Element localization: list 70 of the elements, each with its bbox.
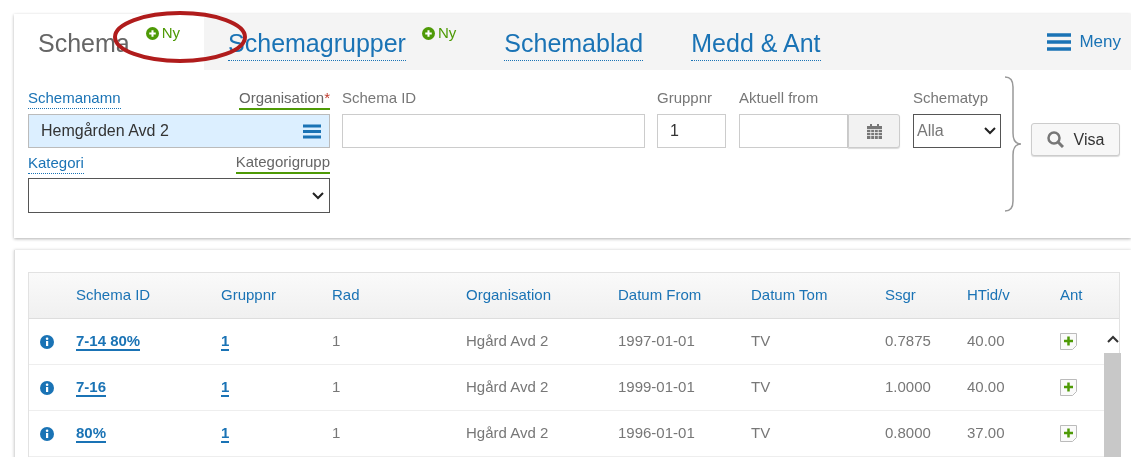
info-icon[interactable] <box>40 334 54 349</box>
column-header[interactable]: Organisation <box>466 284 618 307</box>
column-header[interactable]: Ant <box>1060 284 1104 307</box>
field-label: Schematyp <box>913 88 990 108</box>
plus-circle-icon <box>145 26 159 40</box>
column-header[interactable]: Gruppnr <box>221 284 332 307</box>
field-label: Gruppnr <box>657 88 714 108</box>
table-link[interactable]: 1 <box>221 332 230 352</box>
table-cell: 40.00 <box>967 332 1005 350</box>
tab[interactable]: Schemablad <box>480 14 668 70</box>
add-note-icon[interactable] <box>1060 425 1077 442</box>
brace-icon <box>1003 76 1023 212</box>
info-icon[interactable] <box>40 426 54 441</box>
table-cell: 0.8000 <box>885 424 931 442</box>
add-note-icon[interactable] <box>1060 333 1077 350</box>
calendar-icon <box>866 123 882 139</box>
menu-icon <box>1047 32 1072 52</box>
column-header[interactable]: Schema ID <box>76 284 221 307</box>
info-icon[interactable] <box>40 380 54 395</box>
menu-button[interactable]: Meny <box>1047 14 1131 70</box>
table-cell: 1 <box>332 378 341 396</box>
table-cell: Hgård Avd 2 <box>466 424 549 442</box>
table-cell: 1 <box>332 424 341 442</box>
column-header[interactable]: Rad <box>332 284 466 307</box>
table-cell: 40.00 <box>967 378 1005 396</box>
search-button[interactable]: Visa <box>1031 123 1120 156</box>
table-cell: Hgård Avd 2 <box>466 332 549 350</box>
table-cell: 1997-01-01 <box>618 332 695 350</box>
chevron-up-icon[interactable] <box>1106 335 1119 343</box>
column-header[interactable]: HTid/v <box>967 284 1060 307</box>
date-field[interactable] <box>739 114 848 148</box>
field-label: Kategorigrupp <box>235 152 330 174</box>
table-link[interactable]: 80% <box>76 424 107 444</box>
column-header[interactable]: Datum From <box>618 284 751 307</box>
new-link[interactable]: Ny <box>421 24 457 42</box>
field-label: Organisation* <box>239 88 330 110</box>
table-link[interactable]: 1 <box>221 378 230 398</box>
schema-id-field[interactable] <box>342 114 645 148</box>
table-cell: 1996-01-01 <box>618 424 695 442</box>
table-cell: TV <box>751 378 771 396</box>
list-icon <box>303 123 321 139</box>
add-note-icon[interactable] <box>1060 379 1077 396</box>
search-icon <box>1046 131 1064 148</box>
table-cell: 0.7875 <box>885 332 931 350</box>
field-label[interactable]: Kategori <box>28 153 84 174</box>
column-header[interactable]: Ssgr <box>885 284 967 307</box>
field-label: Schema ID <box>342 88 418 108</box>
table-cell: 1.0000 <box>885 378 931 396</box>
plus-circle-icon <box>421 26 435 40</box>
table-cell: 37.00 <box>967 424 1005 442</box>
tab[interactable]: Medd & Ant <box>667 14 845 70</box>
table-link[interactable]: 1 <box>221 424 230 444</box>
calendar-button[interactable] <box>848 114 900 148</box>
table-cell: Hgård Avd 2 <box>466 378 549 396</box>
field-label[interactable]: Schemanamn <box>28 88 121 109</box>
type-select[interactable]: Alla <box>913 114 1001 148</box>
table-cell: 1999-01-01 <box>618 378 695 396</box>
chevron-down-icon <box>983 126 997 136</box>
table-cell: TV <box>751 332 771 350</box>
category-select[interactable] <box>28 178 330 213</box>
field-label: Aktuell from <box>739 88 820 108</box>
chevron-down-icon <box>311 190 325 201</box>
table-cell: 1 <box>332 332 341 350</box>
table-link[interactable]: 7-14 80% <box>76 332 141 352</box>
column-header[interactable]: Datum Tom <box>751 284 885 307</box>
organisation-field[interactable]: Hemgården Avd 2 <box>28 114 330 148</box>
table-link[interactable]: 7-16 <box>76 378 107 398</box>
group-number-field[interactable]: 1 <box>657 114 726 148</box>
new-link[interactable]: Ny <box>145 24 181 42</box>
table-cell: TV <box>751 424 771 442</box>
